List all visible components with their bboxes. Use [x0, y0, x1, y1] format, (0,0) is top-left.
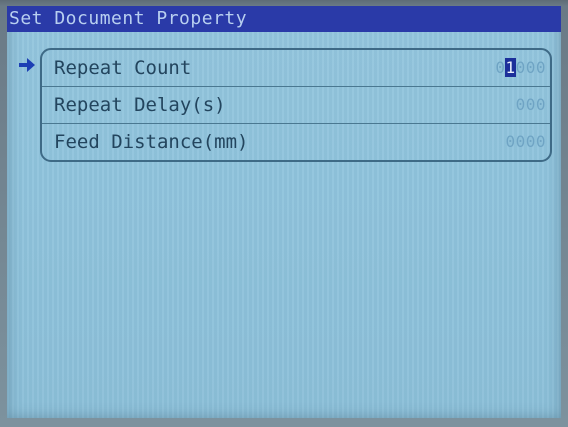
page-title: Set Document Property: [9, 8, 248, 29]
menu-item-feed-distance[interactable]: Feed Distance(mm) 0000: [42, 124, 550, 160]
property-list: Repeat Count 01000 Repeat Delay(s) 000 F…: [40, 48, 552, 162]
repeat-delay-field[interactable]: 000: [516, 94, 546, 116]
right-arrow-icon: [19, 58, 35, 72]
menu-item-label: Feed Distance(mm): [54, 131, 249, 153]
title-bar: Set Document Property: [7, 6, 561, 32]
value-prefix: 0: [495, 58, 506, 77]
repeat-count-field[interactable]: 01000: [495, 57, 546, 79]
menu-item-repeat-delay[interactable]: Repeat Delay(s) 000: [42, 87, 550, 123]
menu-item-label: Repeat Count: [54, 57, 192, 79]
menu-item-repeat-count[interactable]: Repeat Count 01000: [42, 50, 550, 86]
menu-item-label: Repeat Delay(s): [54, 94, 226, 116]
edit-cursor: 1: [505, 58, 516, 77]
lcd-display: Set Document Property Repeat Count 01000…: [7, 6, 561, 418]
value-suffix: 000: [515, 58, 546, 77]
device-screen: Set Document Property Repeat Count 01000…: [0, 0, 568, 427]
feed-distance-field[interactable]: 0000: [505, 131, 546, 153]
